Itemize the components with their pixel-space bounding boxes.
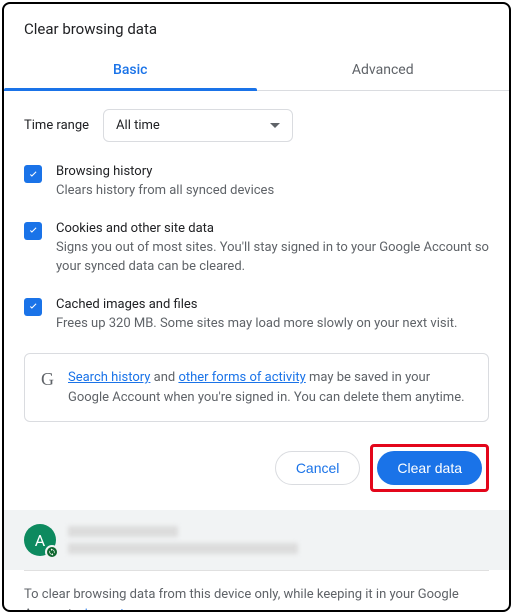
redacted-account-info (68, 526, 298, 554)
option-desc: Signs you out of most sites. You'll stay… (56, 239, 489, 277)
option-desc: Clears history from all synced devices (56, 182, 274, 201)
button-row: Cancel Clear data (4, 422, 509, 510)
info-message: Search history and other forms of activi… (68, 368, 472, 407)
option-cache: Cached images and files Frees up 320 MB.… (24, 297, 489, 334)
sync-badge-icon (45, 545, 59, 559)
chevron-down-icon (270, 123, 280, 128)
check-icon (27, 168, 40, 181)
avatar: A (24, 524, 56, 556)
option-title: Cached images and files (56, 297, 457, 312)
check-icon (27, 224, 40, 237)
link-search-history[interactable]: Search history (68, 370, 150, 385)
redacted-line (68, 526, 178, 537)
link-other-activity[interactable]: other forms of activity (178, 370, 305, 385)
google-g-icon: G (41, 368, 54, 391)
cancel-button[interactable]: Cancel (275, 451, 361, 485)
sign-out-link[interactable]: sign out (78, 607, 124, 612)
checkbox-cache[interactable] (24, 298, 42, 316)
dialog-body: Time range All time Browsing history Cle… (4, 91, 509, 422)
redacted-line (68, 543, 298, 554)
clear-data-button[interactable]: Clear data (377, 451, 482, 485)
tabs: Basic Advanced (4, 52, 509, 91)
time-range-row: Time range All time (24, 109, 489, 142)
option-cookies: Cookies and other site data Signs you ou… (24, 221, 489, 277)
footer-note: To clear browsing data from this device … (24, 570, 489, 612)
option-text: Browsing history Clears history from all… (56, 164, 274, 201)
clear-browsing-data-dialog: Clear browsing data Basic Advanced Time … (2, 2, 511, 612)
google-account-info: G Search history and other forms of acti… (24, 353, 489, 422)
option-text: Cached images and files Frees up 320 MB.… (56, 297, 457, 334)
account-section: A (4, 510, 509, 570)
checkbox-browsing-history[interactable] (24, 165, 42, 183)
option-browsing-history: Browsing history Clears history from all… (24, 164, 489, 201)
tab-advanced[interactable]: Advanced (257, 52, 510, 90)
highlight-box: Clear data (370, 444, 489, 492)
dialog-title: Clear browsing data (4, 4, 509, 52)
tab-basic[interactable]: Basic (4, 52, 257, 90)
time-range-label: Time range (24, 118, 89, 133)
time-range-select[interactable]: All time (103, 109, 293, 142)
option-title: Cookies and other site data (56, 221, 489, 236)
checkbox-cookies[interactable] (24, 222, 42, 240)
time-range-value: All time (116, 118, 160, 133)
option-text: Cookies and other site data Signs you ou… (56, 221, 489, 277)
check-icon (27, 300, 40, 313)
option-title: Browsing history (56, 164, 274, 179)
option-desc: Frees up 320 MB. Some sites may load mor… (56, 315, 457, 334)
